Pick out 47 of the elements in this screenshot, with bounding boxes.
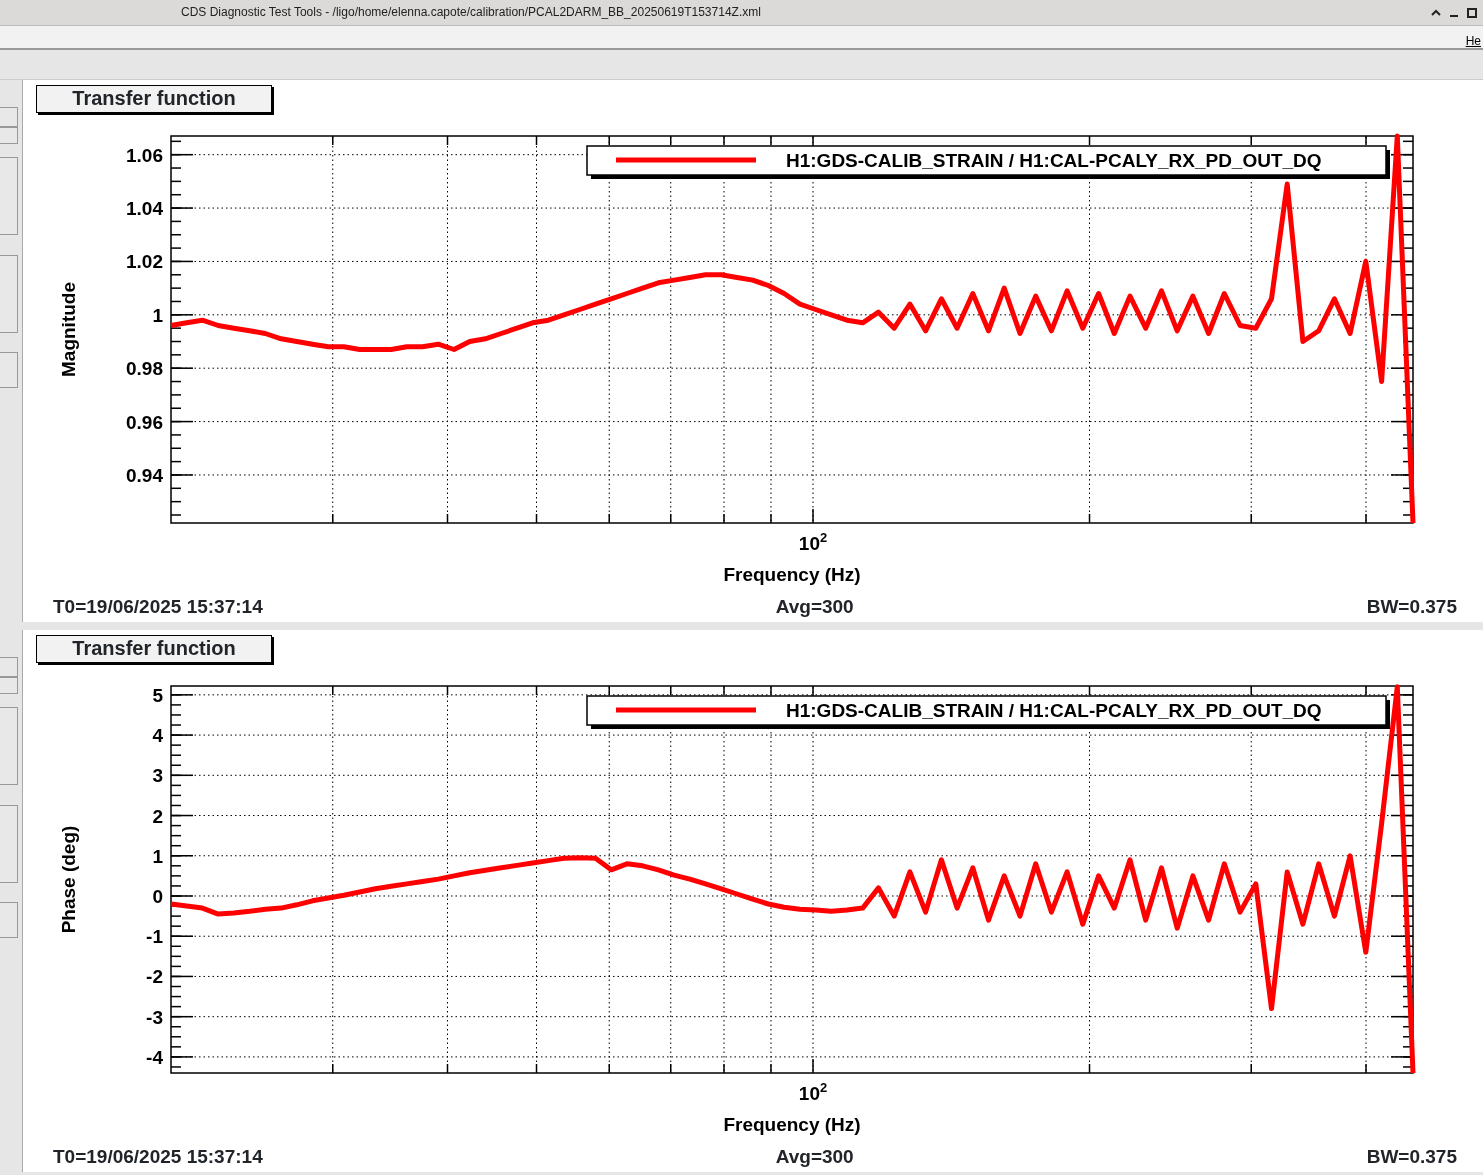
y-tick-label: -4 xyxy=(146,1046,163,1068)
legend-label: H1:GDS-CALIB_STRAIN / H1:CAL-PCALY_RX_PD_OUT_DQ xyxy=(786,150,1322,171)
averages-label: Avg=300 xyxy=(775,1145,854,1169)
legend-label: H1:GDS-CALIB_STRAIN / H1:CAL-PCALY_RX_PD_OUT_DQ xyxy=(786,700,1322,721)
y-axis-title: Phase (deg) xyxy=(58,825,79,934)
menu-item[interactable]: He xyxy=(1465,26,1483,48)
x-tick-label: 10$^{2}$ xyxy=(798,1080,828,1104)
start-time-label: T0=19/06/2025 15:37:14 xyxy=(53,1145,263,1169)
y-tick-label: 1.02 xyxy=(126,251,163,273)
y-tick-label: 0.96 xyxy=(126,411,163,433)
y-tick-label: 0.94 xyxy=(126,464,163,486)
y-tick-label: 1 xyxy=(152,304,163,326)
y-tick-label: 2 xyxy=(152,805,163,827)
bandwidth-label: BW=0.375 xyxy=(1366,1145,1457,1169)
y-tick-label: 5 xyxy=(152,684,163,706)
x-axis-title: Frequency (Hz) xyxy=(723,564,861,585)
y-tick-label: 1 xyxy=(152,845,163,867)
y-tick-label: -2 xyxy=(146,966,163,988)
y-tick-label: 0 xyxy=(152,886,163,907)
x-axis-title: Frequency (Hz) xyxy=(723,1114,861,1135)
side-button[interactable] xyxy=(0,707,18,785)
x-tick-label: 10$^{2}$ xyxy=(798,530,828,554)
y-tick-label: 0.98 xyxy=(126,358,163,380)
pad-title: Transfer function xyxy=(36,85,272,113)
maximize-icon[interactable] xyxy=(1467,7,1477,18)
y-tick-label: -3 xyxy=(146,1006,163,1028)
y-tick-label: 1.04 xyxy=(126,198,163,220)
window-title: CDS Diagnostic Test Tools - /ligo/home/elenna.capote/calibration/PCAL2DARM_BB_20250619T153714Z.xml xyxy=(180,4,761,21)
y-tick-label: 3 xyxy=(152,765,163,787)
side-button[interactable] xyxy=(0,657,18,677)
pad-title: Transfer function xyxy=(36,635,272,663)
side-button[interactable] xyxy=(0,805,18,883)
side-button[interactable] xyxy=(0,902,18,938)
side-button[interactable] xyxy=(0,352,18,388)
side-button[interactable] xyxy=(0,157,18,235)
y-tick-label: 1.06 xyxy=(126,144,163,166)
averages-label: Avg=300 xyxy=(775,595,854,619)
side-button[interactable] xyxy=(0,255,18,333)
start-time-label: T0=19/06/2025 15:37:14 xyxy=(53,595,263,619)
chevron-up-icon[interactable] xyxy=(1431,9,1441,16)
side-button[interactable] xyxy=(0,677,18,694)
y-tick-label: 4 xyxy=(152,725,163,747)
y-tick-label: -1 xyxy=(146,926,163,948)
bandwidth-label: BW=0.375 xyxy=(1366,595,1457,619)
side-button[interactable] xyxy=(0,127,18,144)
side-button[interactable] xyxy=(0,107,18,127)
y-axis-title: Magnitude xyxy=(58,282,79,377)
